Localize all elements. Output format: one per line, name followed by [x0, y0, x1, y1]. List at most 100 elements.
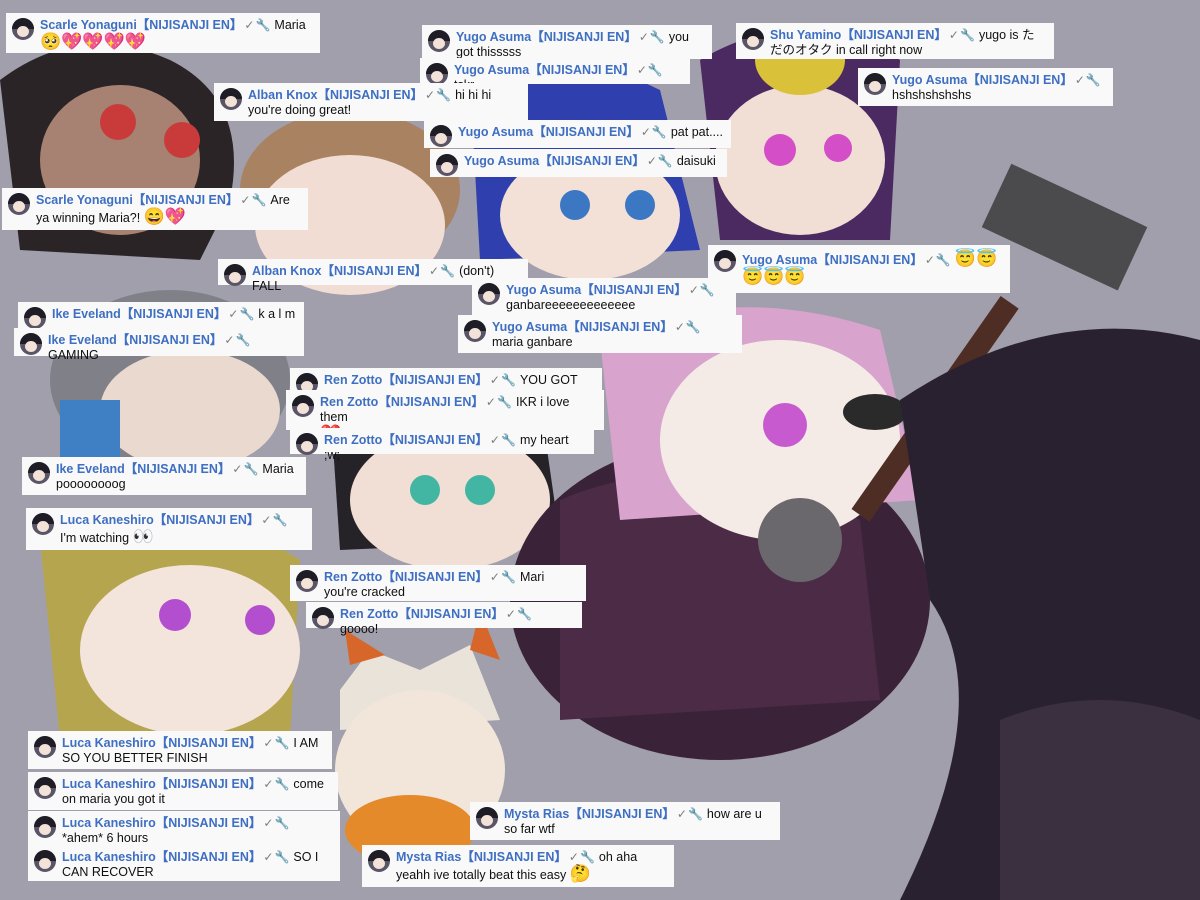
verified-check-icon: ✓: [485, 395, 496, 409]
message-text: *ahem* 6 hours: [62, 831, 149, 845]
message-text: daisuki: [676, 154, 716, 168]
moderator-wrench-icon: 🔧: [274, 736, 290, 750]
chat-message: Yugo Asuma【NIJISANJI EN】✓🔧tskr: [420, 58, 690, 92]
avatar: [24, 307, 46, 329]
avatar: [478, 283, 500, 305]
author-name[interactable]: Ike Eveland: [52, 307, 121, 321]
message-emoji: 🤔: [569, 864, 591, 883]
avatar: [34, 736, 56, 758]
moderator-wrench-icon: 🔧: [516, 607, 532, 621]
author-name[interactable]: Scarle Yonaguni: [36, 193, 133, 207]
chat-message: Ike Eveland【NIJISANJI EN】 ✓🔧 k a l m: [18, 302, 304, 330]
avatar: [34, 816, 56, 838]
avatar: [742, 28, 764, 50]
message-emoji: 😄💖: [143, 207, 187, 226]
chat-message: Luca Kaneshiro【NIJISANJI EN】 ✓🔧 *ahem* 6 h…: [28, 811, 340, 849]
author-name[interactable]: Ren Zotto: [324, 570, 382, 584]
author-name[interactable]: Ike Eveland: [48, 333, 117, 347]
chat-message: Shu Yamino【NIJISANJI EN】 ✓🔧 yugo is ただのオタク…: [736, 23, 1054, 59]
moderator-wrench-icon: 🔧: [272, 513, 288, 527]
moderator-wrench-icon: 🔧: [274, 777, 290, 791]
author-name[interactable]: Ren Zotto: [320, 395, 378, 409]
verified-check-icon: ✓: [676, 807, 687, 821]
chat-message: Yugo Asuma【NIJISANJI EN】 ✓🔧 pat pat....: [424, 120, 731, 148]
moderator-wrench-icon: 🔧: [496, 395, 512, 409]
verified-check-icon: ✓: [489, 570, 500, 584]
author-name[interactable]: Mysta Rias: [504, 807, 569, 821]
avatar: [368, 850, 390, 872]
author-name[interactable]: Luca Kaneshiro: [60, 513, 154, 527]
channel-tag: 【NIJISANJI EN】: [132, 193, 239, 207]
verified-check-icon: ✓: [429, 264, 440, 278]
channel-tag: 【NIJISANJI EN】: [581, 283, 687, 297]
verified-check-icon: ✓: [263, 850, 274, 864]
author-name[interactable]: Luca Kaneshiro: [62, 816, 156, 830]
channel-tag: 【NIJISANJI EN】: [382, 570, 488, 584]
verified-check-icon: ✓: [636, 63, 647, 77]
message-emoji: 👀: [132, 527, 154, 546]
verified-check-icon: ✓: [263, 777, 274, 791]
channel-tag: 【NIJISANJI EN】: [136, 18, 243, 32]
avatar: [34, 850, 56, 872]
author-name[interactable]: Yugo Asuma: [892, 73, 967, 87]
author-name[interactable]: Ren Zotto: [324, 373, 382, 387]
avatar: [220, 88, 242, 110]
author-name[interactable]: Shu Yamino: [770, 28, 841, 42]
author-name[interactable]: Alban Knox: [252, 264, 321, 278]
author-name[interactable]: Luca Kaneshiro: [62, 777, 156, 791]
channel-tag: 【NIJISANJI EN】: [569, 807, 675, 821]
avatar: [28, 462, 50, 484]
moderator-wrench-icon: 🔧: [274, 816, 290, 830]
author-name[interactable]: Luca Kaneshiro: [62, 736, 156, 750]
author-name[interactable]: Yugo Asuma: [454, 63, 529, 77]
channel-tag: 【NIJISANJI EN】: [116, 333, 223, 347]
author-name[interactable]: Mysta Rias: [396, 850, 461, 864]
channel-tag: 【NIJISANJI EN】: [317, 88, 424, 102]
verified-check-icon: ✓: [224, 333, 235, 347]
moderator-wrench-icon: 🔧: [239, 307, 255, 321]
author-name[interactable]: Ren Zotto: [324, 433, 382, 447]
moderator-wrench-icon: 🔧: [959, 28, 975, 42]
chat-message: Ren Zotto【NIJISANJI EN】 ✓🔧 IKR i love them…: [286, 390, 604, 443]
chat-message: Ike Eveland【NIJISANJI EN】 ✓🔧 GAMING: [14, 328, 304, 362]
author-name[interactable]: Ren Zotto: [340, 607, 398, 621]
author-name[interactable]: Yugo Asuma: [458, 125, 533, 139]
author-name[interactable]: Alban Knox: [248, 88, 317, 102]
verified-check-icon: ✓: [263, 736, 274, 750]
channel-tag: 【NIJISANJI EN】: [321, 264, 428, 278]
verified-check-icon: ✓: [674, 320, 685, 334]
author-name[interactable]: Yugo Asuma: [456, 30, 531, 44]
avatar: [224, 264, 246, 286]
moderator-wrench-icon: 🔧: [500, 433, 516, 447]
verified-check-icon: ✓: [688, 283, 699, 297]
author-name[interactable]: Yugo Asuma: [742, 253, 817, 267]
moderator-wrench-icon: 🔧: [243, 462, 259, 476]
moderator-wrench-icon: 🔧: [651, 125, 667, 139]
author-name[interactable]: Yugo Asuma: [464, 154, 539, 168]
verified-check-icon: ✓: [232, 462, 243, 476]
moderator-wrench-icon: 🔧: [687, 807, 703, 821]
chat-message: Luca Kaneshiro【NIJISANJI EN】 ✓🔧 I'm watchi…: [26, 508, 312, 550]
chat-message: Yugo Asuma【NIJISANJI EN】 ✓🔧 maria ganbare: [458, 315, 742, 353]
channel-tag: 【NIJISANJI EN】: [398, 607, 504, 621]
author-name[interactable]: Luca Kaneshiro: [62, 850, 156, 864]
chat-message: Mysta Rias【NIJISANJI EN】 ✓🔧 how are u so f…: [470, 802, 780, 840]
avatar: [34, 777, 56, 799]
avatar: [714, 250, 736, 272]
chat-message: Luca Kaneshiro【NIJISANJI EN】 ✓🔧 SO I CAN R…: [28, 845, 340, 881]
moderator-wrench-icon: 🔧: [440, 264, 456, 278]
moderator-wrench-icon: 🔧: [657, 154, 673, 168]
chat-message: Ren Zotto【NIJISANJI EN】 ✓🔧 my heart ;w;: [290, 428, 594, 462]
author-name[interactable]: Yugo Asuma: [506, 283, 581, 297]
verified-check-icon: ✓: [240, 193, 251, 207]
author-name[interactable]: Scarle Yonaguni: [40, 18, 137, 32]
channel-tag: 【NIJISANJI EN】: [841, 28, 947, 42]
moderator-wrench-icon: 🔧: [699, 283, 715, 297]
chat-message: Ren Zotto【NIJISANJI EN】 ✓🔧 goooo!: [306, 602, 582, 636]
author-name[interactable]: Yugo Asuma: [492, 320, 567, 334]
channel-tag: 【NIJISANJI EN】: [533, 125, 639, 139]
channel-tag: 【NIJISANJI EN】: [155, 777, 262, 791]
channel-tag: 【NIJISANJI EN】: [120, 307, 227, 321]
moderator-wrench-icon: 🔧: [685, 320, 701, 334]
author-name[interactable]: Ike Eveland: [56, 462, 125, 476]
